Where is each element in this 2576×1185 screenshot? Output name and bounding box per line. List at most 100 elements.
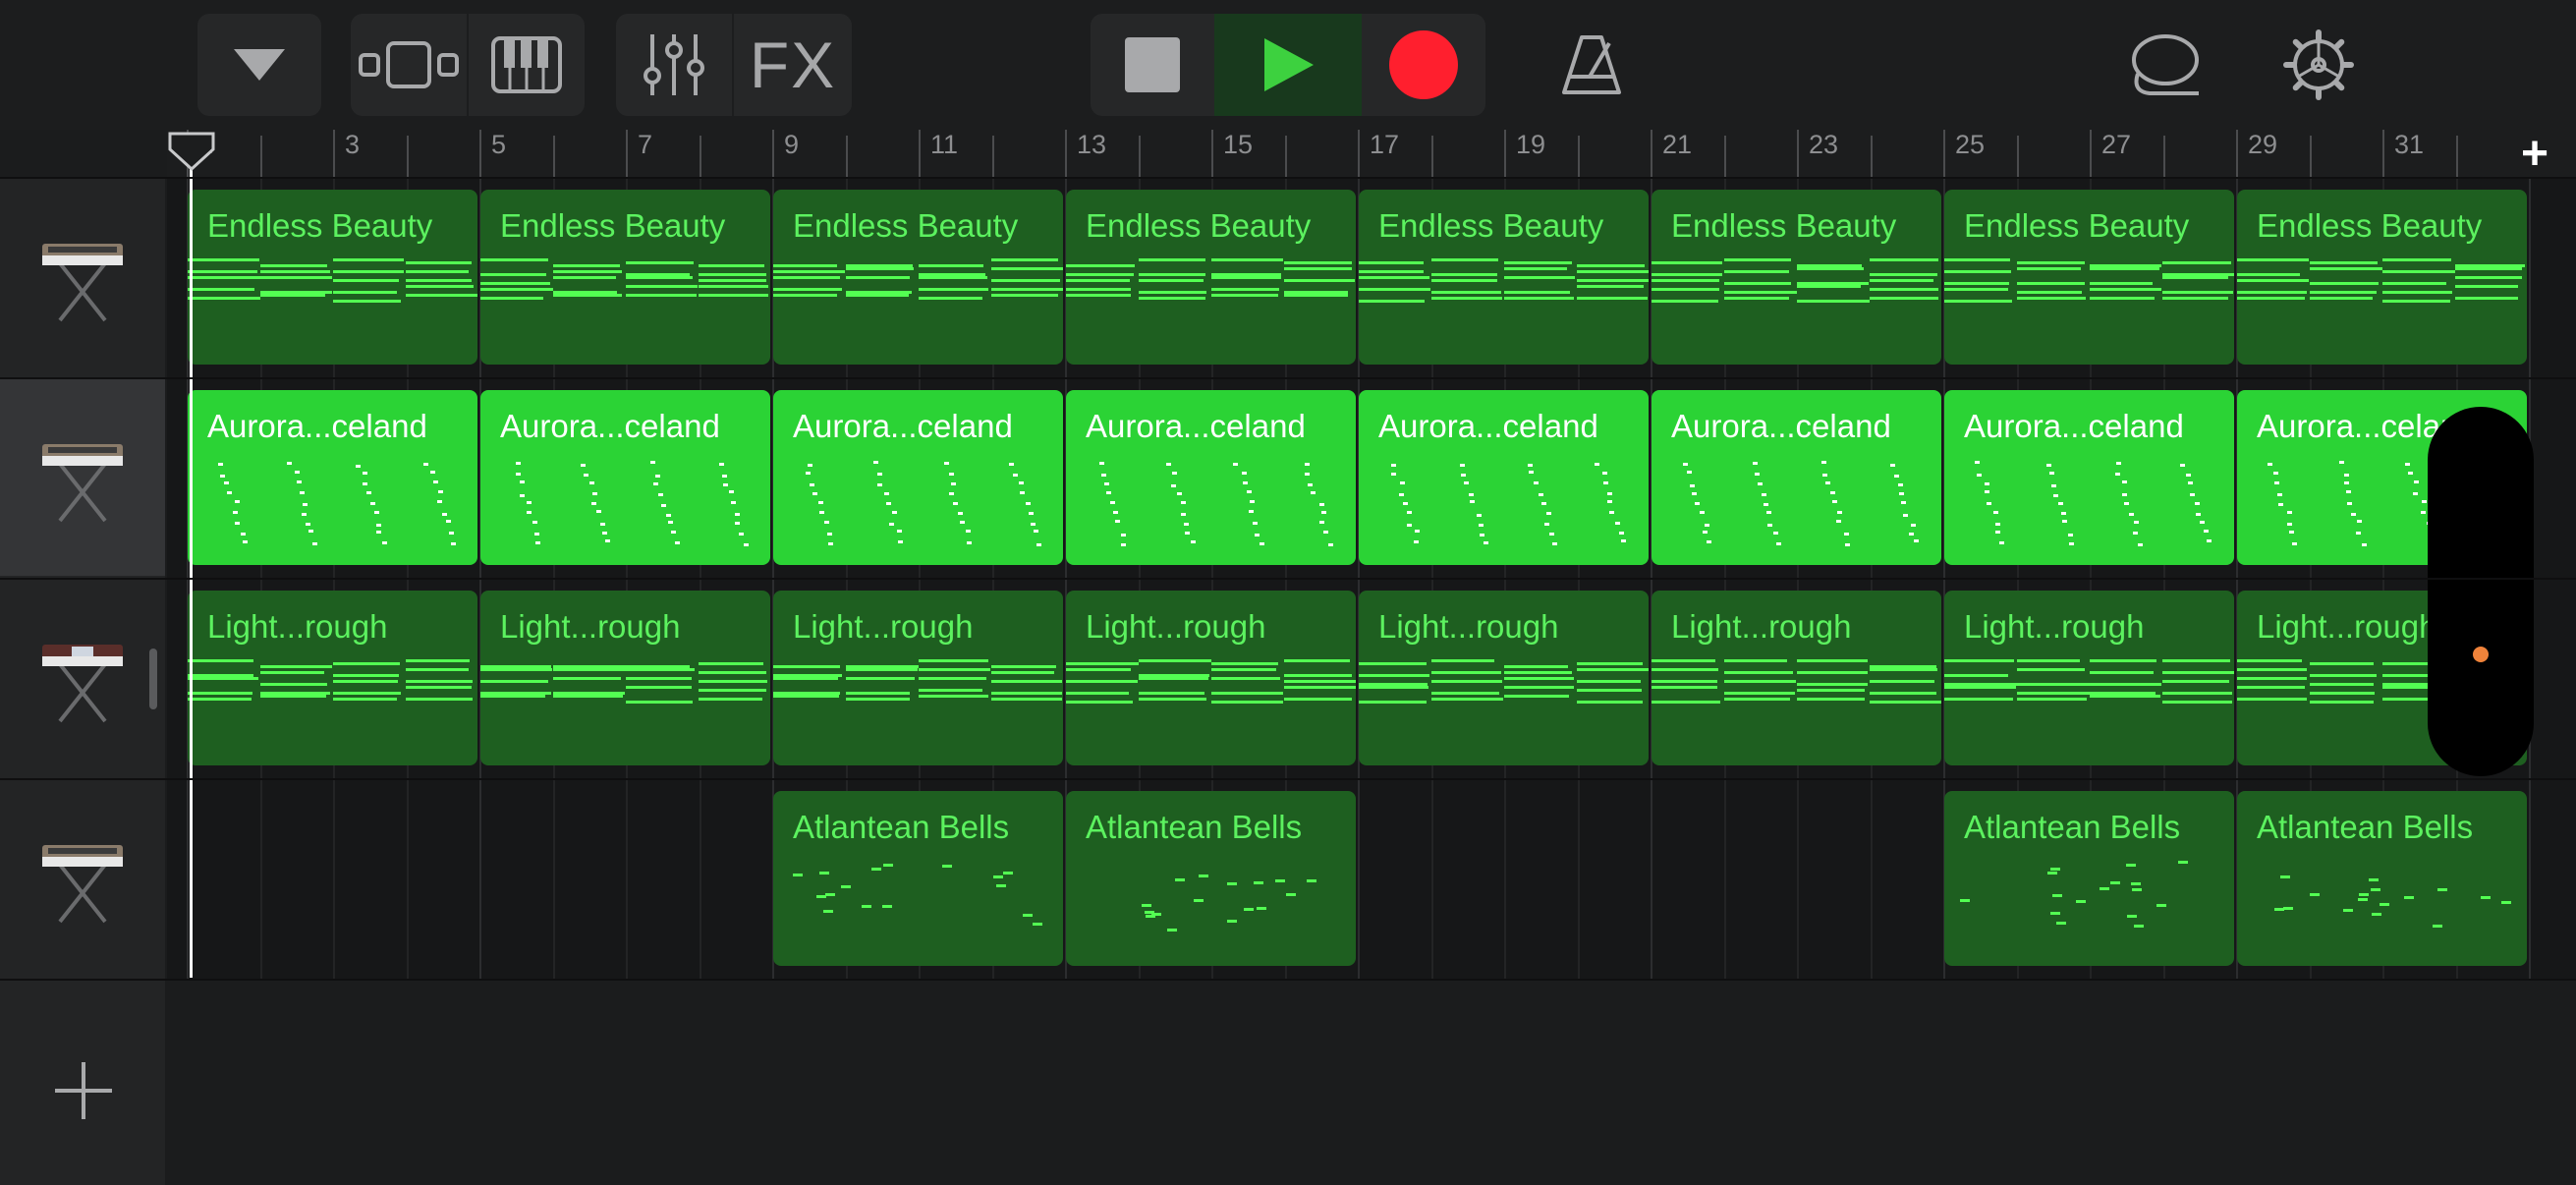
midi-note (1253, 880, 1263, 884)
midi-note (2338, 461, 2344, 465)
midi-note (1691, 491, 1697, 495)
keyboard-view-button[interactable] (469, 14, 585, 116)
track-separator (0, 578, 2576, 580)
region-name: Atlantean Bells (2257, 809, 2474, 845)
midi-note (1174, 878, 1185, 882)
midi-note (670, 530, 676, 534)
region[interactable]: Light...rough (773, 591, 1063, 765)
midi-note (773, 288, 843, 291)
play-button[interactable] (1214, 14, 1362, 116)
midi-note (519, 480, 525, 484)
ruler-tick (333, 130, 335, 179)
midi-note (526, 510, 532, 514)
region[interactable]: Aurora...celand (1944, 390, 2234, 565)
midi-note (188, 297, 260, 300)
mixer-button[interactable] (616, 14, 732, 116)
midi-note (1724, 659, 1788, 662)
tracks-view-button[interactable] (351, 14, 467, 116)
midi-note (1689, 483, 1695, 487)
midi-note (553, 270, 622, 273)
midi-note (1139, 291, 1207, 294)
midi-note (2099, 886, 2109, 890)
region[interactable]: Endless Beauty (1944, 190, 2234, 365)
region[interactable]: Endless Beauty (1066, 190, 1356, 365)
region[interactable]: Light...rough (1944, 591, 2234, 765)
region[interactable]: Endless Beauty (480, 190, 770, 365)
region[interactable]: Aurora...celand (188, 390, 477, 565)
track-header-1[interactable] (0, 179, 165, 375)
track-header-4[interactable] (0, 780, 165, 977)
region[interactable]: Endless Beauty (1652, 190, 1941, 365)
fx-button[interactable]: FX (734, 14, 852, 116)
track-header-3[interactable] (0, 580, 165, 776)
region[interactable]: Light...rough (1359, 591, 1649, 765)
region[interactable]: Endless Beauty (188, 190, 477, 365)
region[interactable]: Endless Beauty (1359, 190, 1649, 365)
region-name: Endless Beauty (207, 207, 433, 244)
midi-note (919, 677, 986, 680)
region[interactable]: Light...rough (1066, 591, 1356, 765)
region[interactable]: Aurora...celand (773, 390, 1063, 565)
region[interactable]: Atlantean Bells (1944, 791, 2234, 966)
region[interactable]: Aurora...celand (480, 390, 770, 565)
midi-note (1399, 480, 1405, 484)
region[interactable]: Aurora...celand (1359, 390, 1649, 565)
midi-note (2237, 677, 2307, 680)
midi-note (480, 273, 546, 276)
midi-note (2017, 698, 2088, 701)
add-section-button[interactable]: + (2511, 130, 2558, 179)
region[interactable]: Light...rough (1652, 591, 1941, 765)
midi-note (1987, 502, 1991, 506)
midi-note (823, 520, 829, 524)
midi-note (600, 523, 606, 526)
midi-note (1020, 490, 1026, 494)
midi-note (604, 539, 610, 543)
region[interactable]: Atlantean Bells (773, 791, 1063, 966)
transport-group (1091, 14, 1485, 116)
midi-note (1139, 273, 1205, 276)
lasso-loop-icon (2132, 34, 2199, 95)
region[interactable]: Endless Beauty (773, 190, 1063, 365)
midi-note (699, 285, 768, 288)
midi-note (2114, 473, 2120, 477)
midi-note (1319, 520, 1325, 524)
midi-note (1609, 510, 1615, 514)
view-group (351, 14, 585, 116)
playhead-handle[interactable] (168, 132, 215, 171)
midi-note (722, 482, 728, 486)
midi-note (919, 288, 989, 291)
midi-note (1870, 273, 1937, 276)
track-resize-handle[interactable] (149, 649, 157, 709)
loops-button[interactable] (2120, 14, 2211, 116)
region[interactable]: Light...rough (480, 591, 770, 765)
midi-note (333, 674, 399, 677)
add-track-button[interactable] (49, 1056, 118, 1125)
track-header-2[interactable] (0, 379, 165, 576)
midi-note (2122, 480, 2128, 484)
midi-note (1797, 671, 1869, 674)
midi-note (1022, 913, 1033, 917)
metronome-button[interactable] (1544, 14, 1639, 116)
region[interactable]: Atlantean Bells (2237, 791, 2527, 966)
ruler-tick (1284, 136, 1287, 179)
settings-button[interactable] (2269, 14, 2368, 116)
region[interactable]: Endless Beauty (2237, 190, 2527, 365)
timeline-ruler[interactable]: 135791113151719212325272931 (167, 130, 2576, 179)
region[interactable]: Aurora...celand (1066, 390, 1356, 565)
region-name: Endless Beauty (500, 207, 726, 244)
stop-button[interactable] (1091, 14, 1214, 116)
midi-note (1898, 492, 1904, 496)
record-button[interactable] (1362, 14, 1485, 116)
midi-note (1252, 522, 1258, 526)
midi-note (1101, 474, 1107, 478)
region[interactable]: Aurora...celand (1652, 390, 1941, 565)
region[interactable]: Atlantean Bells (1066, 791, 1356, 966)
tracks-area[interactable]: Endless Beauty Endless Beauty Endless Beau… (167, 179, 2576, 981)
midi-note (1870, 288, 1938, 291)
midi-note (1190, 540, 1196, 544)
midi-note (626, 276, 694, 279)
browser-dropdown-button[interactable] (197, 14, 321, 116)
midi-note (877, 472, 883, 476)
region[interactable]: Light...rough (188, 591, 477, 765)
midi-note (1767, 523, 1773, 527)
